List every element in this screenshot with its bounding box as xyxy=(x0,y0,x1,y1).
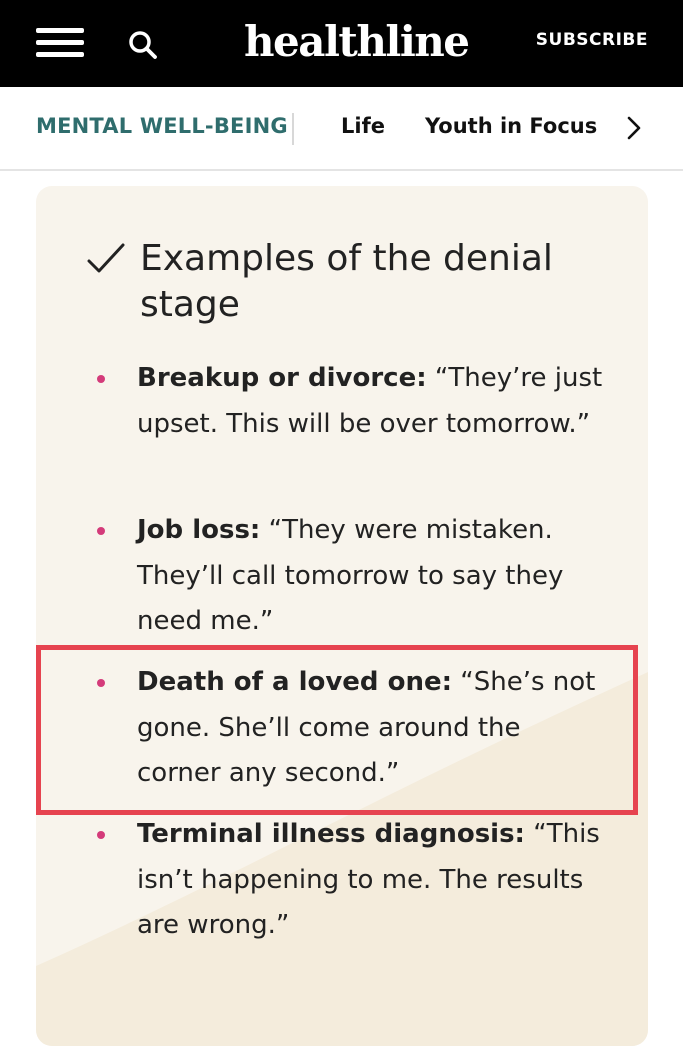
list-item: Job loss: “They were mistaken. They’ll c… xyxy=(137,508,607,645)
item-label: Death of a loved one: xyxy=(137,667,452,697)
section-nav: MENTAL WELL-BEING Life Youth in Focus xyxy=(0,87,683,171)
checkmark-icon xyxy=(87,243,125,273)
bullet-dot xyxy=(97,527,105,535)
nav-link-youth-in-focus[interactable]: Youth in Focus xyxy=(425,114,597,138)
item-label: Breakup or divorce: xyxy=(137,363,427,393)
list-item: Breakup or divorce: “They’re just upset.… xyxy=(137,356,607,447)
bullet-dot xyxy=(97,679,105,687)
item-label: Job loss: xyxy=(137,515,261,545)
top-header: healthline SUBSCRIBE xyxy=(0,0,683,87)
bullet-dot xyxy=(97,375,105,383)
menu-icon[interactable] xyxy=(36,28,84,58)
card-title: Examples of the denial stage xyxy=(140,238,553,325)
nav-divider xyxy=(292,113,294,145)
list-item: Terminal illness diagnosis: “This isn’t … xyxy=(137,812,607,949)
subscribe-button[interactable]: SUBSCRIBE xyxy=(536,30,648,50)
list-item: Death of a loved one: “She’s not gone. S… xyxy=(137,660,607,797)
search-icon[interactable] xyxy=(128,30,158,60)
section-link-mental-well-being[interactable]: MENTAL WELL-BEING xyxy=(36,114,288,138)
denial-examples-card: Examples of the denial stage Breakup or … xyxy=(36,186,648,1046)
bullet-dot xyxy=(97,831,105,839)
healthline-logo[interactable]: healthline xyxy=(244,14,470,70)
item-label: Terminal illness diagnosis: xyxy=(137,819,525,849)
chevron-right-icon[interactable] xyxy=(624,115,644,141)
nav-link-life[interactable]: Life xyxy=(341,114,385,138)
